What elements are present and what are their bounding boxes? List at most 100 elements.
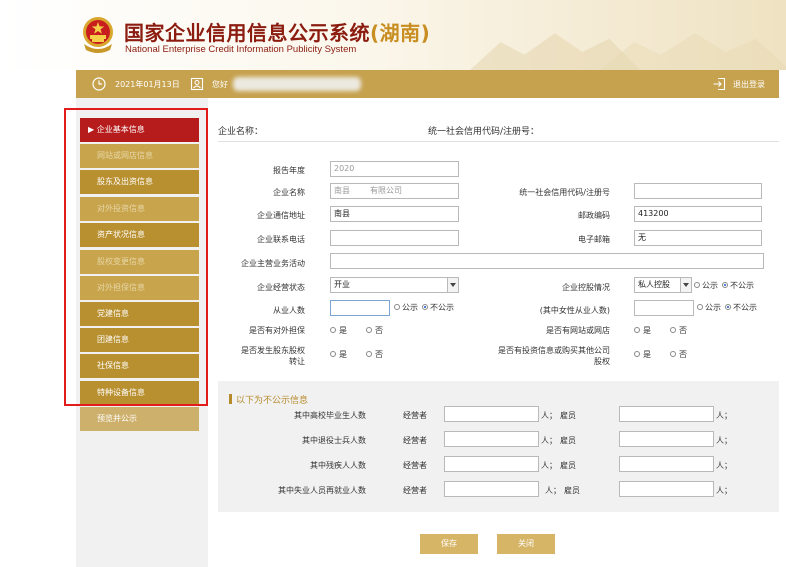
credit-code-label: 统一社会信用代码/注册号 [519, 188, 610, 197]
investment-no-label: 否 [679, 350, 687, 359]
guarantee-label: 是否有对外担保 [249, 326, 305, 335]
reemployed-operator-field[interactable] [444, 481, 539, 497]
female-employees-label: (其中女性从业人数) [539, 306, 610, 315]
save-button[interactable]: 保存 [420, 534, 478, 554]
holding-select[interactable]: 私人控股 [634, 277, 692, 293]
operator-label: 经营者 [403, 411, 427, 420]
website-no-label: 否 [679, 326, 687, 335]
sidebar-item-asset-info[interactable]: 资产状况信息 [80, 223, 199, 247]
equity-transfer-label-line2: 转让 [289, 357, 305, 366]
equity-transfer-no-label: 否 [375, 350, 383, 359]
equity-transfer-yes-radio[interactable] [330, 351, 336, 357]
operator-label: 经营者 [403, 486, 427, 495]
report-year-field[interactable]: 2020 [330, 161, 459, 177]
disabled-label: 其中残疾人人数 [310, 461, 366, 470]
active-arrow-icon: ▶ [88, 125, 97, 134]
employees-field[interactable] [330, 300, 390, 316]
sidebar-item-special-equipment-info[interactable]: 特种设备信息 [80, 381, 199, 405]
graduates-employee-field[interactable] [619, 406, 714, 422]
disabled-employee-field[interactable] [619, 456, 714, 472]
holding-public-label: 公示 [702, 281, 718, 290]
investment-no-radio[interactable] [670, 351, 676, 357]
summary-divider [218, 141, 779, 142]
postcode-label: 邮政编码 [578, 211, 610, 220]
holding-private-radio[interactable] [722, 282, 728, 288]
operator-label: 经营者 [403, 436, 427, 445]
sidebar-item-preview-publish[interactable]: 预览并公示 [80, 407, 199, 431]
sidebar-item-social-security-info[interactable]: 社保信息 [80, 354, 199, 378]
guarantee-no-radio[interactable] [366, 327, 372, 333]
unit-label: 人； [541, 411, 557, 420]
address-label: 企业通信地址 [257, 211, 305, 220]
report-year-label: 报告年度 [273, 166, 305, 175]
logout-icon[interactable] [712, 77, 726, 91]
postcode-field[interactable]: 413200 [634, 206, 762, 222]
address-field[interactable]: 南县 [330, 206, 459, 222]
employees-public-radio[interactable] [394, 304, 400, 310]
sidebar-item-guarantee-info[interactable]: 对外担保信息 [80, 276, 199, 300]
guarantee-yes-radio[interactable] [330, 327, 336, 333]
unit-label: 人； [716, 436, 732, 445]
sidebar-item-shareholder-info[interactable]: 股东及出资信息 [80, 170, 199, 194]
sidebar-item-party-info[interactable]: 党建信息 [80, 302, 199, 326]
employees-private-label: 不公示 [430, 303, 454, 312]
veterans-operator-field[interactable] [444, 431, 539, 447]
website-no-radio[interactable] [670, 327, 676, 333]
user-card-icon [190, 77, 204, 91]
equity-transfer-no-radio[interactable] [366, 351, 372, 357]
company-name-field[interactable]: 南县 有限公司 [330, 183, 459, 199]
sidebar-item-investment-info[interactable]: 对外投资信息 [80, 197, 199, 221]
holding-label: 企业控股情况 [562, 283, 610, 292]
sidebar-item-basic-info[interactable]: ▶ 企业基本信息 [80, 118, 199, 142]
employee-label: 雇员 [560, 436, 576, 445]
business-activity-field[interactable] [330, 253, 764, 269]
email-field[interactable]: 无 [634, 230, 762, 246]
website-yes-radio[interactable] [634, 327, 640, 333]
veterans-label: 其中退役士兵人数 [302, 436, 366, 445]
investment-yes-label: 是 [643, 350, 651, 359]
section-marker [229, 394, 232, 404]
close-button[interactable]: 关闭 [497, 534, 555, 554]
sidebar-item-equity-change-info[interactable]: 股权变更信息 [80, 250, 199, 274]
sidebar-item-league-info[interactable]: 团建信息 [80, 328, 199, 352]
national-emblem-icon [83, 17, 113, 53]
female-private-radio[interactable] [725, 304, 731, 310]
investment-yes-radio[interactable] [634, 351, 640, 357]
guarantee-no-label: 否 [375, 326, 383, 335]
unit-label: 人； [716, 411, 732, 420]
credit-code-summary: 统一社会信用代码/注册号： [428, 127, 540, 137]
province-label: (湖南) [370, 21, 431, 45]
phone-label: 企业联系电话 [257, 235, 305, 244]
disabled-operator-field[interactable] [444, 456, 539, 472]
investment-label-line1: 是否有投资信息或购买其他公司 [498, 346, 610, 355]
unit-label: 人； [541, 436, 557, 445]
female-public-radio[interactable] [697, 304, 703, 310]
sidebar-item-website-info[interactable]: 网站或网店信息 [80, 144, 199, 168]
employees-label: 从业人数 [273, 306, 305, 315]
veterans-employee-field[interactable] [619, 431, 714, 447]
website-label: 是否有网站或网店 [546, 326, 610, 335]
logout-link[interactable]: 退出登录 [733, 79, 765, 90]
employee-label: 雇员 [560, 461, 576, 470]
reemployed-employee-field[interactable] [619, 481, 714, 497]
operating-status-select[interactable]: 开业 [330, 277, 459, 293]
dropdown-arrow-icon [447, 278, 458, 292]
holding-private-label: 不公示 [730, 281, 754, 290]
phone-field[interactable] [330, 230, 459, 246]
graduates-operator-field[interactable] [444, 406, 539, 422]
equity-transfer-yes-label: 是 [339, 350, 347, 359]
female-employees-field[interactable] [634, 300, 694, 316]
operator-label: 经营者 [403, 461, 427, 470]
employees-public-label: 公示 [402, 303, 418, 312]
header-mountain-decor [600, 33, 786, 70]
holding-public-radio[interactable] [694, 282, 700, 288]
email-label: 电子邮箱 [578, 235, 610, 244]
employees-private-radio[interactable] [422, 304, 428, 310]
private-info-title: 以下为不公示信息 [236, 396, 309, 406]
unit-label: 人； [541, 461, 557, 470]
reemployed-label: 其中失业人员再就业人数 [278, 486, 366, 495]
top-toolbar: 2021年01月13日 您好 退出登录 [76, 70, 779, 98]
equity-transfer-label-line1: 是否发生股东股权 [241, 346, 305, 355]
credit-code-field[interactable] [634, 183, 762, 199]
current-date: 2021年01月13日 [115, 80, 180, 89]
